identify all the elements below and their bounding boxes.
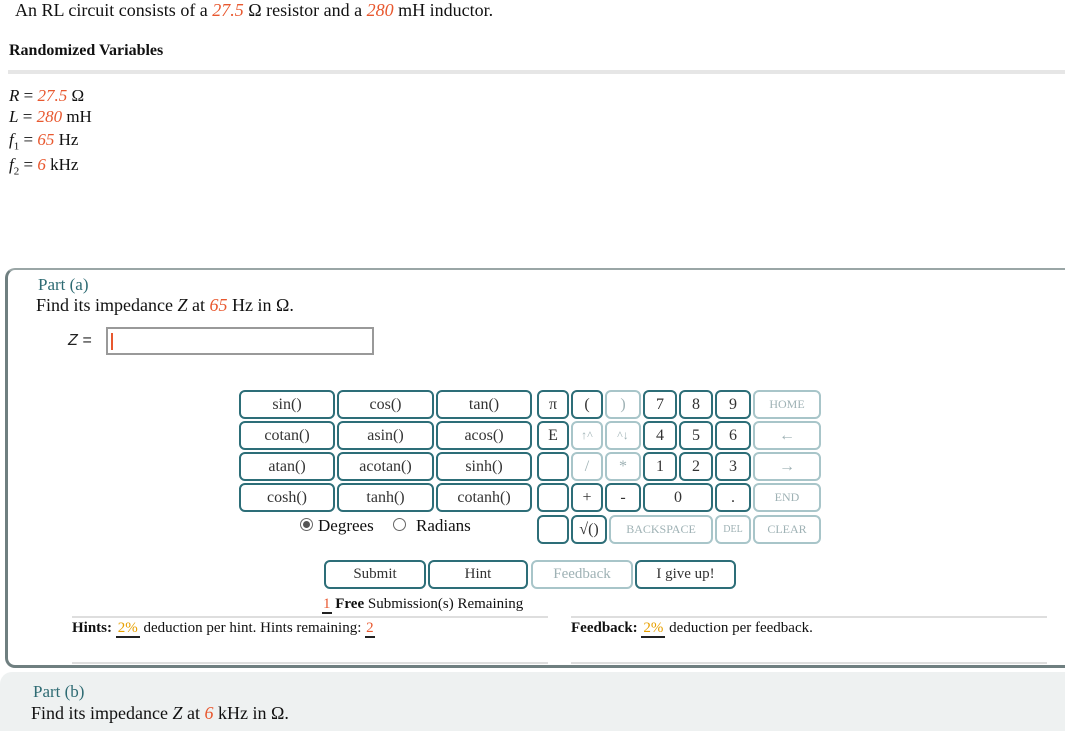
key-0[interactable]: 0 [643, 483, 713, 512]
key-sin[interactable]: sin() [239, 390, 335, 419]
part-a-question: Find its impedance Z at 65 Hz in Ω. [36, 295, 294, 315]
submit-button[interactable]: Submit [324, 560, 426, 589]
hints-top-divider [72, 616, 548, 618]
key-cursor-right[interactable]: → [753, 452, 821, 481]
key-7[interactable]: 7 [643, 390, 677, 419]
problem-statement: An RL circuit consists of a 27.5 Ω resis… [15, 0, 493, 21]
key-acotan[interactable]: acotan() [337, 452, 434, 481]
key-clear[interactable]: CLEAR [753, 515, 821, 544]
answer-label: Z = [68, 332, 92, 349]
hints-info: Hints: 2% deduction per hint. Hints rema… [72, 620, 375, 638]
key-superscript[interactable]: ↑^ [571, 421, 603, 450]
var-l: L = 280 mH [9, 107, 92, 126]
key-asin[interactable]: asin() [337, 421, 434, 450]
key-atan[interactable]: atan() [239, 452, 335, 481]
key-blank-1[interactable] [537, 452, 569, 481]
key-divide[interactable]: / [571, 452, 603, 481]
key-6[interactable]: 6 [715, 421, 751, 450]
key-delete[interactable]: DEL [715, 515, 751, 544]
key-8[interactable]: 8 [679, 390, 713, 419]
key-3[interactable]: 3 [715, 452, 751, 481]
key-cursor-left[interactable]: ← [753, 421, 821, 450]
part-b-title[interactable]: Part (b) [33, 682, 84, 702]
key-blank-3[interactable] [537, 515, 569, 544]
key-right-paren[interactable]: ) [605, 390, 641, 419]
feedback-button[interactable]: Feedback [531, 560, 633, 589]
var-f2: f2 = 6 kHz [9, 155, 79, 178]
key-end[interactable]: END [753, 483, 821, 512]
key-tan[interactable]: tan() [436, 390, 532, 419]
radians-radio[interactable] [393, 518, 406, 531]
key-4[interactable]: 4 [643, 421, 677, 450]
key-tanh[interactable]: tanh() [337, 483, 434, 512]
part-a-title: Part (a) [38, 275, 89, 294]
key-5[interactable]: 5 [679, 421, 713, 450]
intro-r-unit: Ω resistor and a [243, 0, 367, 20]
key-9[interactable]: 9 [715, 390, 751, 419]
intro-l-value: 280 [366, 0, 394, 20]
intro-r-value: 27.5 [212, 0, 244, 20]
answer-input[interactable] [106, 327, 374, 355]
key-plus[interactable]: + [571, 483, 603, 512]
key-decimal[interactable]: . [715, 483, 751, 512]
intro-l-unit: mH inductor. [393, 0, 494, 20]
key-home[interactable]: HOME [753, 390, 821, 419]
var-f1: f1 = 65 Hz [9, 130, 79, 153]
degrees-label: Degrees [318, 516, 374, 535]
key-pi[interactable]: π [537, 390, 569, 419]
key-cotanh[interactable]: cotanh() [436, 483, 532, 512]
part-b-question: Find its impedance Z at 6 kHz in Ω. [31, 703, 289, 723]
hints-bottom-divider [72, 662, 548, 664]
feedback-info: Feedback: 2% deduction per feedback. [571, 620, 813, 638]
key-subscript[interactable]: ^↓ [605, 421, 641, 450]
key-1[interactable]: 1 [643, 452, 677, 481]
key-sqrt[interactable]: √() [571, 515, 607, 544]
key-backspace[interactable]: BACKSPACE [609, 515, 713, 544]
give-up-button[interactable]: I give up! [635, 560, 736, 589]
randomized-variables-title: Randomized Variables [9, 42, 164, 59]
key-minus[interactable]: - [605, 483, 641, 512]
feedback-top-divider [571, 616, 1047, 618]
radians-label: Radians [416, 516, 471, 535]
feedback-bottom-divider [571, 662, 1047, 664]
hint-button[interactable]: Hint [428, 560, 528, 589]
intro-prefix: An RL circuit consists of a [15, 0, 213, 20]
randomized-divider [8, 70, 1065, 74]
key-2[interactable]: 2 [679, 452, 713, 481]
key-cosh[interactable]: cosh() [239, 483, 335, 512]
key-sinh[interactable]: sinh() [436, 452, 532, 481]
degrees-radio[interactable] [300, 518, 313, 531]
text-caret [111, 333, 113, 350]
submissions-remaining: 1 Free Submission(s) Remaining [322, 596, 524, 614]
key-blank-2[interactable] [537, 483, 569, 512]
key-e[interactable]: E [537, 421, 569, 450]
key-acos[interactable]: acos() [436, 421, 532, 450]
key-left-paren[interactable]: ( [571, 390, 603, 419]
key-cos[interactable]: cos() [337, 390, 434, 419]
var-r: R = 27.5 Ω [9, 86, 85, 105]
key-cotan[interactable]: cotan() [239, 421, 335, 450]
key-multiply[interactable]: * [605, 452, 641, 481]
